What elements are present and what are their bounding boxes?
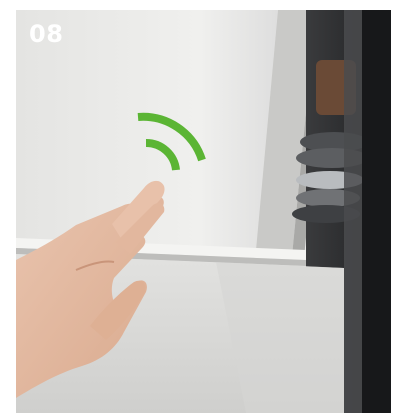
cabinet-photo [16,10,391,413]
photo-frame: 08 [16,10,391,413]
cabinet-side-frame [344,10,362,413]
cabinet-side-panel [362,10,391,413]
step-number: 08 [29,20,64,48]
